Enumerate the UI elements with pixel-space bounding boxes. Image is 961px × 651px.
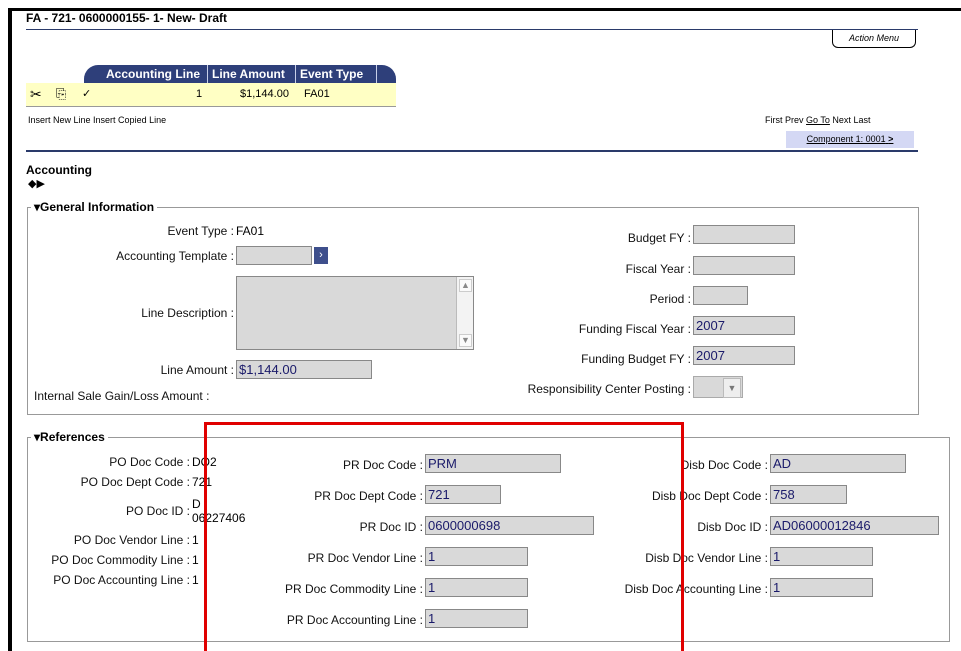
cell-accounting-line: 1 — [196, 88, 203, 100]
funding-budget-fy-input[interactable]: 2007 — [693, 346, 795, 365]
budget-fy-input[interactable] — [693, 225, 795, 244]
scroll-up-icon[interactable]: ▲ — [459, 279, 472, 292]
title-divider — [26, 29, 918, 30]
line-amount-label: Line Amount : — [160, 363, 234, 377]
chevron-down-icon[interactable]: ▼ — [723, 378, 741, 398]
insert-new-line-link[interactable]: Insert New Line — [28, 115, 91, 125]
po-doc-code-label: PO Doc Code : — [109, 455, 190, 469]
po-doc-id-label: PO Doc ID : — [125, 504, 190, 518]
component-link[interactable]: Component 1: 0001 > — [786, 131, 914, 148]
po-commodity-value: 1 — [192, 553, 199, 567]
column-event-type[interactable]: Event Type — [300, 67, 363, 81]
disb-vendor-input[interactable]: 1 — [770, 547, 873, 566]
component-label: Component 1: 0001 — [806, 134, 886, 144]
line-description-scrollbar[interactable]: ▲ ▼ — [456, 277, 473, 349]
expand-collapse-icon[interactable]: ◆▶ — [28, 177, 45, 190]
insert-links: Insert New Line Insert Copied Line — [28, 115, 166, 125]
internal-sale-label: Internal Sale Gain/Loss Amount : — [34, 389, 210, 403]
last-link[interactable]: Last — [853, 115, 870, 125]
pagination: First Prev Go To Next Last — [765, 115, 870, 125]
column-accounting-line[interactable]: Accounting Line — [106, 67, 200, 81]
funding-budget-fy-label: Funding Budget FY : — [581, 352, 691, 366]
page-title: FA - 721- 0600000155- 1- New- Draft — [26, 11, 227, 25]
period-label: Period : — [649, 292, 691, 306]
goto-link[interactable]: Go To — [806, 115, 830, 125]
grid-header: Accounting Line Line Amount Event Type — [84, 65, 396, 83]
cell-line-amount: $1,144.00 — [240, 88, 289, 100]
action-menu-button[interactable]: Action Menu — [832, 30, 916, 48]
accounting-template-lookup-icon[interactable]: › — [314, 247, 328, 264]
accounting-template-label: Accounting Template : — [116, 249, 234, 263]
funding-fiscal-year-label: Funding Fiscal Year : — [578, 322, 691, 336]
budget-fy-label: Budget FY : — [627, 231, 691, 245]
event-type-label: Event Type : — [167, 224, 235, 238]
highlight-box — [204, 422, 684, 651]
check-icon[interactable]: ✓ — [82, 87, 91, 100]
prev-link[interactable]: Prev — [785, 115, 804, 125]
window-frame-left — [8, 8, 12, 651]
next-link[interactable]: Next — [832, 115, 851, 125]
accounting-title: Accounting — [26, 163, 92, 177]
fiscal-year-input[interactable] — [693, 256, 795, 275]
po-doc-dept-label: PO Doc Dept Code : — [80, 475, 190, 489]
scroll-down-icon[interactable]: ▼ — [459, 334, 472, 347]
po-doc-id-value-line1: D — [192, 497, 201, 511]
funding-fiscal-year-input[interactable]: 2007 — [693, 316, 795, 335]
column-line-amount[interactable]: Line Amount — [212, 67, 285, 81]
line-amount-input[interactable]: $1,144.00 — [236, 360, 372, 379]
copy-icon[interactable]: ⎘ — [56, 86, 66, 102]
disb-doc-code-input[interactable]: AD — [770, 454, 906, 473]
first-link[interactable]: First — [765, 115, 783, 125]
po-commodity-label: PO Doc Commodity Line : — [51, 553, 190, 567]
po-vendor-label: PO Doc Vendor Line : — [73, 533, 190, 547]
table-row[interactable]: ✂ ⎘ ✓ 1 $1,144.00 FA01 — [26, 83, 396, 107]
cell-event-type: FA01 — [304, 88, 330, 100]
disb-accounting-input[interactable]: 1 — [770, 578, 873, 597]
scissors-icon[interactable]: ✂ — [30, 86, 42, 103]
references-legend[interactable]: ▾References — [31, 430, 108, 444]
references-legend-text: References — [40, 430, 105, 444]
responsibility-center-label: Responsibility Center Posting : — [527, 382, 691, 396]
po-accounting-value: 1 — [192, 573, 199, 587]
general-legend-text: General Information — [40, 200, 155, 214]
po-vendor-value: 1 — [192, 533, 199, 547]
disb-doc-dept-input[interactable]: 758 — [770, 485, 847, 504]
responsibility-center-select[interactable]: ▼ — [693, 376, 743, 398]
component-arrow-icon: > — [888, 134, 894, 144]
disb-doc-id-input[interactable]: AD06000012846 — [770, 516, 939, 535]
accounting-template-input[interactable] — [236, 246, 312, 265]
insert-copied-line-link[interactable]: Insert Copied Line — [93, 115, 166, 125]
section-divider — [26, 150, 918, 152]
general-information-legend[interactable]: ▾General Information — [31, 200, 158, 214]
event-type-value: FA01 — [236, 224, 265, 238]
line-description-label: Line Description : — [141, 306, 234, 320]
line-description-textarea[interactable]: ▲ ▼ — [236, 276, 474, 350]
po-accounting-label: PO Doc Accounting Line : — [53, 573, 190, 587]
period-input[interactable] — [693, 286, 748, 305]
fiscal-year-label: Fiscal Year : — [625, 262, 691, 276]
